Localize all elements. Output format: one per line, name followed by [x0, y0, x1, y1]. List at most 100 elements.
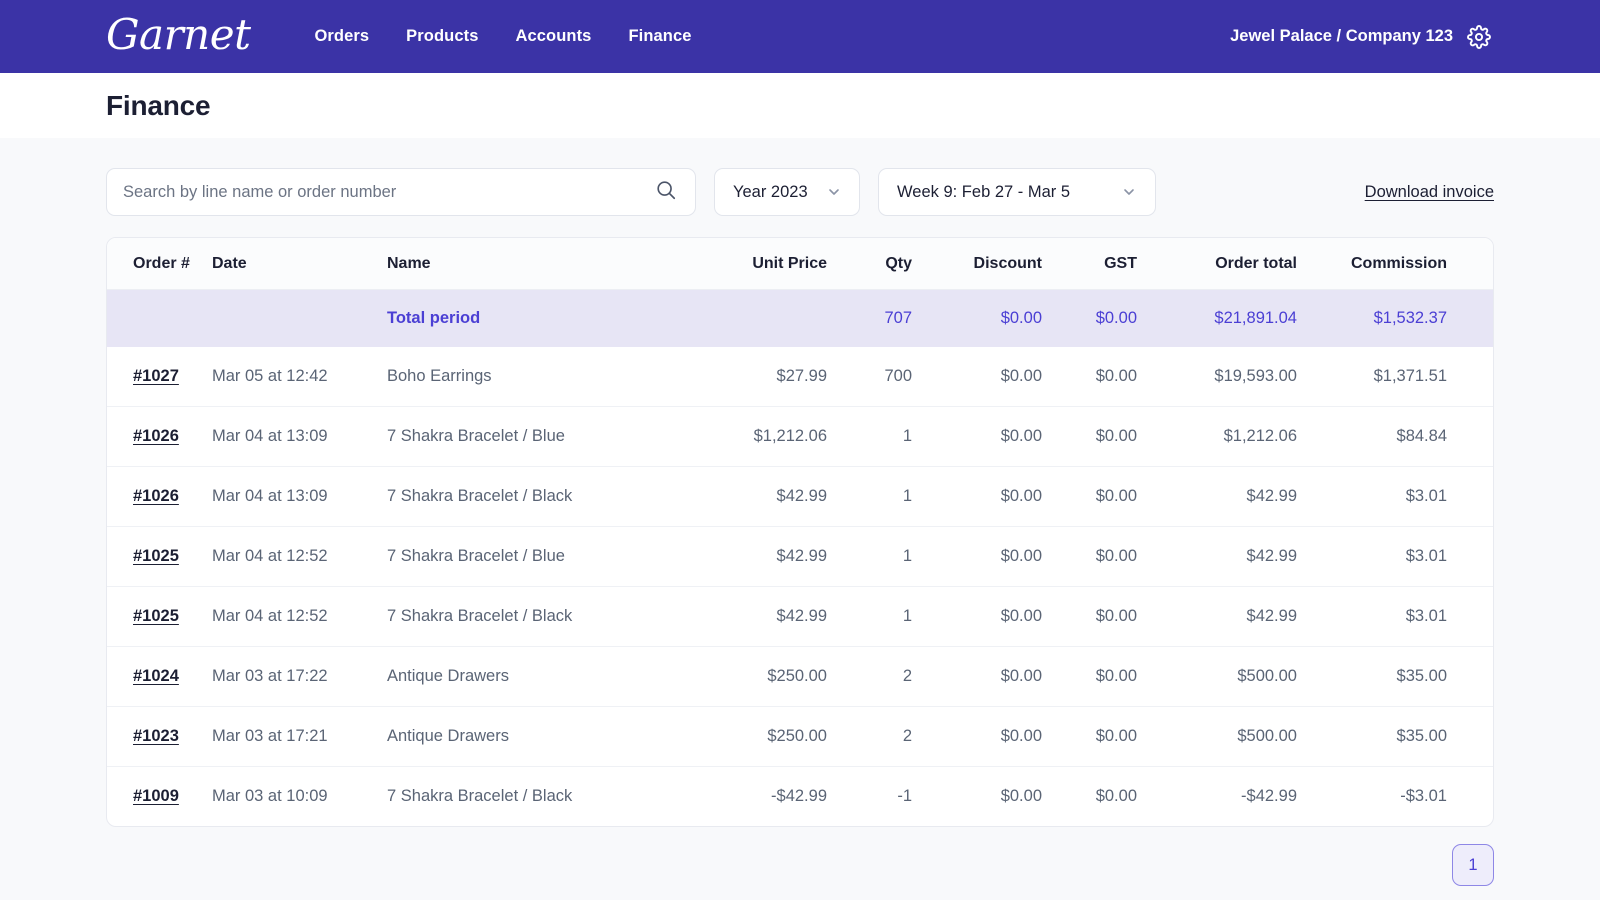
- table-row: #1009 Mar 03 at 10:09 7 Shakra Bracelet …: [107, 767, 1494, 827]
- column-header-discount[interactable]: Discount: [912, 238, 1042, 290]
- brand-logo[interactable]: Garnet: [106, 14, 250, 56]
- date-cell: Mar 04 at 13:09: [212, 467, 387, 527]
- name-cell: Antique Drawers: [387, 707, 687, 767]
- table-row: #1026 Mar 04 at 13:09 7 Shakra Bracelet …: [107, 407, 1494, 467]
- table-row: #1026 Mar 04 at 13:09 7 Shakra Bracelet …: [107, 467, 1494, 527]
- nav-right-section: Jewel Palace / Company 123: [1230, 24, 1492, 50]
- discount-cell: $0.00: [912, 407, 1042, 467]
- discount-cell: $0.00: [912, 647, 1042, 707]
- total-period-row: Total period 707 $0.00 $0.00 $21,891.04 …: [107, 290, 1494, 348]
- main-nav: Orders Products Accounts Finance: [314, 27, 691, 46]
- order-link[interactable]: #1025: [133, 547, 179, 565]
- search-box[interactable]: [106, 168, 696, 216]
- unit-price-cell: $42.99: [687, 527, 827, 587]
- order-number-cell: #1023: [107, 707, 212, 767]
- page-title: Finance: [106, 90, 210, 122]
- order-link[interactable]: #1027: [133, 367, 179, 385]
- week-select-value: Week 9: Feb 27 - Mar 5: [897, 183, 1070, 202]
- table-row: #1025 Mar 04 at 12:52 7 Shakra Bracelet …: [107, 527, 1494, 587]
- gst-cell: $0.00: [1042, 407, 1137, 467]
- table-row: #1023 Mar 03 at 17:21 Antique Drawers $2…: [107, 707, 1494, 767]
- unit-price-cell: $42.99: [687, 467, 827, 527]
- nav-link-orders[interactable]: Orders: [314, 27, 369, 46]
- payout-cell: $465.00: [1447, 707, 1494, 767]
- name-cell: 7 Shakra Bracelet / Black: [387, 767, 687, 827]
- commission-cell: $3.01: [1297, 527, 1447, 587]
- discount-cell: $0.00: [912, 767, 1042, 827]
- year-select[interactable]: Year 2023: [714, 168, 860, 216]
- date-cell: Mar 03 at 17:21: [212, 707, 387, 767]
- qty-cell: 1: [827, 407, 912, 467]
- commission-cell: $1,371.51: [1297, 347, 1447, 407]
- order-link[interactable]: #1025: [133, 607, 179, 625]
- order-total-cell: $42.99: [1137, 467, 1297, 527]
- name-cell: Boho Earrings: [387, 347, 687, 407]
- order-number-cell: #1024: [107, 647, 212, 707]
- gst-cell: $0.00: [1042, 347, 1137, 407]
- pagination-page-1[interactable]: 1: [1452, 844, 1494, 886]
- column-header-gst[interactable]: GST: [1042, 238, 1137, 290]
- order-number-cell: #1025: [107, 587, 212, 647]
- name-cell: 7 Shakra Bracelet / Black: [387, 587, 687, 647]
- download-invoice-link[interactable]: Download invoice: [1365, 183, 1494, 202]
- payout-cell: $39.98: [1447, 587, 1494, 647]
- total-order-total: $21,891.04: [1137, 290, 1297, 348]
- order-number-cell: #1025: [107, 527, 212, 587]
- unit-price-cell: $250.00: [687, 707, 827, 767]
- column-header-name[interactable]: Name: [387, 238, 687, 290]
- column-header-payout[interactable]: Payout: [1447, 238, 1494, 290]
- total-gst: $0.00: [1042, 290, 1137, 348]
- order-total-cell: $500.00: [1137, 647, 1297, 707]
- order-link[interactable]: #1026: [133, 487, 179, 505]
- unit-price-cell: $250.00: [687, 647, 827, 707]
- nav-link-finance[interactable]: Finance: [628, 27, 691, 46]
- order-link[interactable]: #1024: [133, 667, 179, 685]
- total-payout: $20,358.67: [1447, 290, 1494, 348]
- commission-cell: -$3.01: [1297, 767, 1447, 827]
- discount-cell: $0.00: [912, 527, 1042, 587]
- order-link[interactable]: #1009: [133, 787, 179, 805]
- table-row: #1027 Mar 05 at 12:42 Boho Earrings $27.…: [107, 347, 1494, 407]
- qty-cell: 2: [827, 707, 912, 767]
- date-cell: Mar 03 at 10:09: [212, 767, 387, 827]
- payout-cell: $39.98: [1447, 527, 1494, 587]
- filter-toolbar: Year 2023 Week 9: Feb 27 - Mar 5 Downloa…: [106, 168, 1494, 216]
- finance-table-card: Order # Date Name Unit Price Qty Discoun…: [106, 237, 1494, 827]
- order-link[interactable]: #1026: [133, 427, 179, 445]
- chevron-down-icon: [1121, 184, 1137, 200]
- column-header-qty[interactable]: Qty: [827, 238, 912, 290]
- order-total-cell: $19,593.00: [1137, 347, 1297, 407]
- commission-cell: $3.01: [1297, 587, 1447, 647]
- nav-link-accounts[interactable]: Accounts: [515, 27, 591, 46]
- gear-icon[interactable]: [1466, 24, 1492, 50]
- column-header-commission[interactable]: Commission: [1297, 238, 1447, 290]
- week-select[interactable]: Week 9: Feb 27 - Mar 5: [878, 168, 1156, 216]
- unit-price-cell: $27.99: [687, 347, 827, 407]
- column-header-unit-price[interactable]: Unit Price: [687, 238, 827, 290]
- total-discount: $0.00: [912, 290, 1042, 348]
- order-number-cell: #1026: [107, 407, 212, 467]
- commission-cell: $84.84: [1297, 407, 1447, 467]
- discount-cell: $0.00: [912, 467, 1042, 527]
- search-icon[interactable]: [655, 179, 677, 206]
- total-date: [212, 290, 387, 348]
- top-navigation-bar: Garnet Orders Products Accounts Finance …: [0, 0, 1600, 73]
- discount-cell: $0.00: [912, 587, 1042, 647]
- total-commission: $1,532.37: [1297, 290, 1447, 348]
- search-input[interactable]: [123, 183, 655, 202]
- column-header-order[interactable]: Order #: [107, 238, 212, 290]
- total-qty: 707: [827, 290, 912, 348]
- account-switcher-label[interactable]: Jewel Palace / Company 123: [1230, 27, 1453, 46]
- date-cell: Mar 04 at 12:52: [212, 527, 387, 587]
- column-header-order-total[interactable]: Order total: [1137, 238, 1297, 290]
- nav-link-products[interactable]: Products: [406, 27, 478, 46]
- table-header: Order # Date Name Unit Price Qty Discoun…: [107, 238, 1494, 290]
- column-header-date[interactable]: Date: [212, 238, 387, 290]
- gst-cell: $0.00: [1042, 527, 1137, 587]
- order-number-cell: #1009: [107, 767, 212, 827]
- qty-cell: 700: [827, 347, 912, 407]
- order-number-cell: #1026: [107, 467, 212, 527]
- order-link[interactable]: #1023: [133, 727, 179, 745]
- gst-cell: $0.00: [1042, 767, 1137, 827]
- pagination: 1: [0, 827, 1600, 886]
